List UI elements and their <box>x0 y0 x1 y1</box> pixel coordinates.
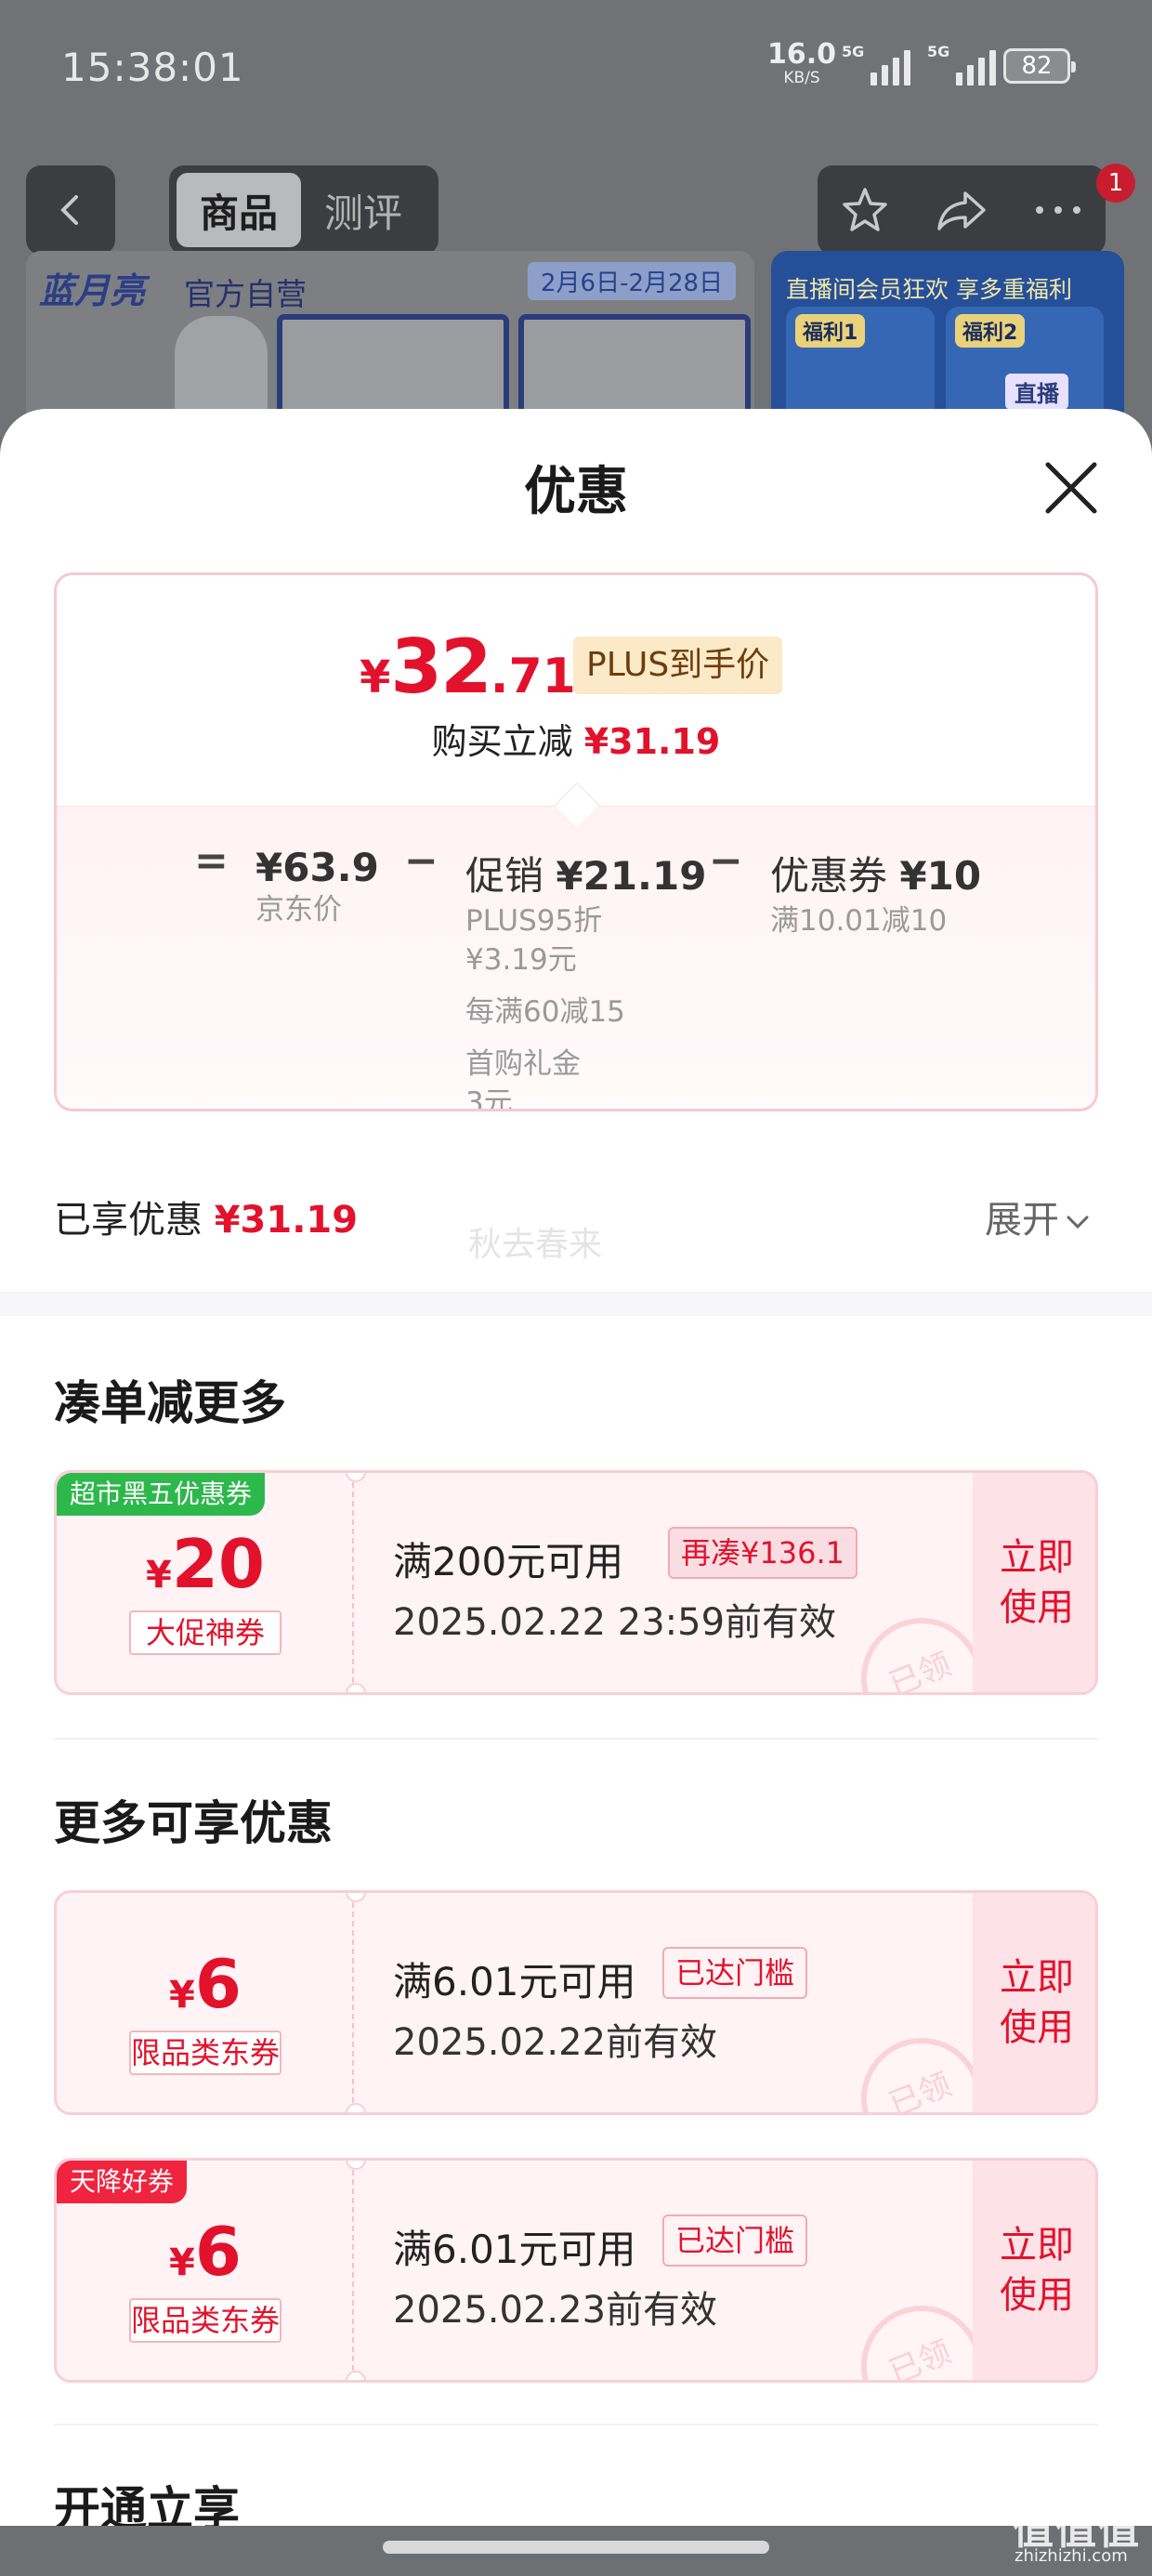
chevron-down-icon <box>1067 1216 1089 1229</box>
brand-logo: 蓝月亮 <box>39 270 146 311</box>
promo-label: 促销 <box>465 853 544 899</box>
tab-product[interactable]: 商品 <box>177 173 301 247</box>
network-speed: 16.0 KB/S <box>767 38 837 87</box>
divider <box>54 1738 1098 1740</box>
threshold-reached-chip: 已达门槛 <box>662 2215 808 2267</box>
tab-review[interactable]: 测评 <box>301 173 425 247</box>
coupon-condition: 满6.01元可用 <box>393 2227 636 2272</box>
price-breakdown-card: ¥32.71 PLUS到手价 购买立减 ¥31.19 = ¥63.9 京东价 −… <box>54 572 1098 1111</box>
use-now-button[interactable]: 立即使用 <box>973 1473 1095 1692</box>
discount-sheet: 优惠 ¥32.71 PLUS到手价 购买立减 ¥31.19 = ¥63.9 京东… <box>0 409 1152 2528</box>
live-label: 直播 <box>1005 374 1068 410</box>
home-indicator[interactable] <box>383 2541 769 2554</box>
coupon-type: 大促神券 <box>129 1610 281 1655</box>
back-arrow-icon <box>60 195 78 225</box>
minus-sign: − <box>404 837 439 885</box>
promo-date: 2月6日-2月28日 <box>528 262 737 300</box>
threshold-reached-chip: 已达门槛 <box>662 1947 808 1999</box>
share-icon[interactable] <box>934 184 989 236</box>
jd-price-label: 京东价 <box>255 893 342 927</box>
minus-sign: − <box>709 837 743 885</box>
coupon-block: 优惠券 ¥10 满10.01减10 <box>770 845 981 940</box>
back-button[interactable] <box>26 165 115 255</box>
section-title-open-enjoy: 开通立享 <box>54 2482 240 2528</box>
sheet-title: 优惠 <box>524 462 628 522</box>
coupon-gap-chip: 再凑¥136.1 <box>668 1527 857 1579</box>
promo-detail: PLUS95折 <box>465 904 603 938</box>
promo-amount: ¥21.19 <box>556 853 707 899</box>
coupon-validity: 2025.02.23前有效 <box>393 2289 718 2332</box>
promotion-block: 促销 ¥21.19 PLUS95折 ¥3.19元 每满60减15 首购礼金 3元 <box>465 845 707 1111</box>
coupon-type: 限品类东券 <box>129 2031 281 2075</box>
jd-price: ¥63.9 <box>255 845 379 890</box>
nav-actions <box>818 165 1106 255</box>
user-watermark: 秋去春来 <box>468 1226 603 1264</box>
coupon-value: ¥20 <box>145 1525 266 1603</box>
section-divider <box>0 1292 1152 1316</box>
coupon-detail: 满10.01减10 <box>770 904 948 938</box>
coupon-condition: 满200元可用 <box>393 1539 624 1584</box>
promo-detail: 3元 <box>465 1086 513 1111</box>
background-page: 15:38:01 16.0 KB/S 5G 5G 82 商品 测评 1 蓝月亮 … <box>0 0 1152 437</box>
battery-indicator: 82 <box>1003 48 1076 84</box>
equals-sign: = <box>194 837 229 885</box>
coupon-card: 超市黑五优惠券 ¥20 大促神券 满200元可用 再凑¥136.1 2025.0… <box>54 1470 1098 1695</box>
more-icon[interactable] <box>1032 201 1084 219</box>
coupon-amount: ¥10 <box>899 853 982 899</box>
use-now-button[interactable]: 立即使用 <box>973 2161 1095 2380</box>
jd-price-block: ¥63.9 京东价 <box>255 845 379 929</box>
coupon-ribbon: 天降好券 <box>57 2161 188 2203</box>
coupon-validity: 2025.02.22前有效 <box>393 2021 718 2064</box>
coupon-validity: 2025.02.22 23:59前有效 <box>393 1601 837 1644</box>
coupon-card: ¥6 限品类东券 满6.01元可用 已达门槛 2025.02.22前有效 已领 … <box>54 1890 1098 2115</box>
star-icon[interactable] <box>839 184 891 236</box>
store-label: 官方自营 <box>184 276 307 312</box>
status-time: 15:38:01 <box>61 45 244 90</box>
coupon-condition: 满6.01元可用 <box>393 1959 636 2004</box>
site-watermark-url: zhizhizhi.com <box>1015 2546 1128 2566</box>
coupon-type: 限品类东券 <box>129 2298 281 2343</box>
coupon-ribbon: 超市黑五优惠券 <box>57 1473 266 1516</box>
promo-detail: 首购礼金 <box>465 1047 581 1081</box>
signal-strength-sim2-icon: 5G <box>927 43 997 85</box>
final-price: ¥32.71 <box>360 624 576 710</box>
section-title-more-available: 更多可享优惠 <box>54 1796 333 1850</box>
divider <box>54 2424 1098 2425</box>
enjoyed-discount: 已享优惠 ¥31.19 <box>54 1199 359 1242</box>
coupon-card: 天降好券 ¥6 限品类东券 满6.01元可用 已达门槛 2025.02.23前有… <box>54 2158 1098 2383</box>
signal-strength-sim1-icon: 5G <box>842 43 911 85</box>
expand-button[interactable]: 展开 <box>985 1189 1091 1243</box>
coupon-value: ¥6 <box>169 1945 242 2023</box>
notification-badge: 1 <box>1096 164 1135 203</box>
section-title-more-with-order: 凑单减更多 <box>54 1376 286 1430</box>
live-headline: 直播间会员狂欢 享多重福利 <box>786 276 1072 303</box>
use-now-button[interactable]: 立即使用 <box>973 1893 1095 2112</box>
nav-tabs: 商品 测评 <box>169 165 439 255</box>
promo-detail: 每满60减15 <box>465 995 625 1029</box>
status-bar: 15:38:01 16.0 KB/S 5G 5G 82 <box>0 0 1152 139</box>
close-icon[interactable] <box>1039 455 1104 520</box>
plus-price-tag: PLUS到手价 <box>573 637 783 694</box>
coupon-label: 优惠券 <box>770 853 888 899</box>
instant-discount: 购买立减 ¥31.19 <box>431 721 721 762</box>
promo-detail: ¥3.19元 <box>465 943 577 977</box>
coupon-value: ¥6 <box>169 2213 242 2291</box>
